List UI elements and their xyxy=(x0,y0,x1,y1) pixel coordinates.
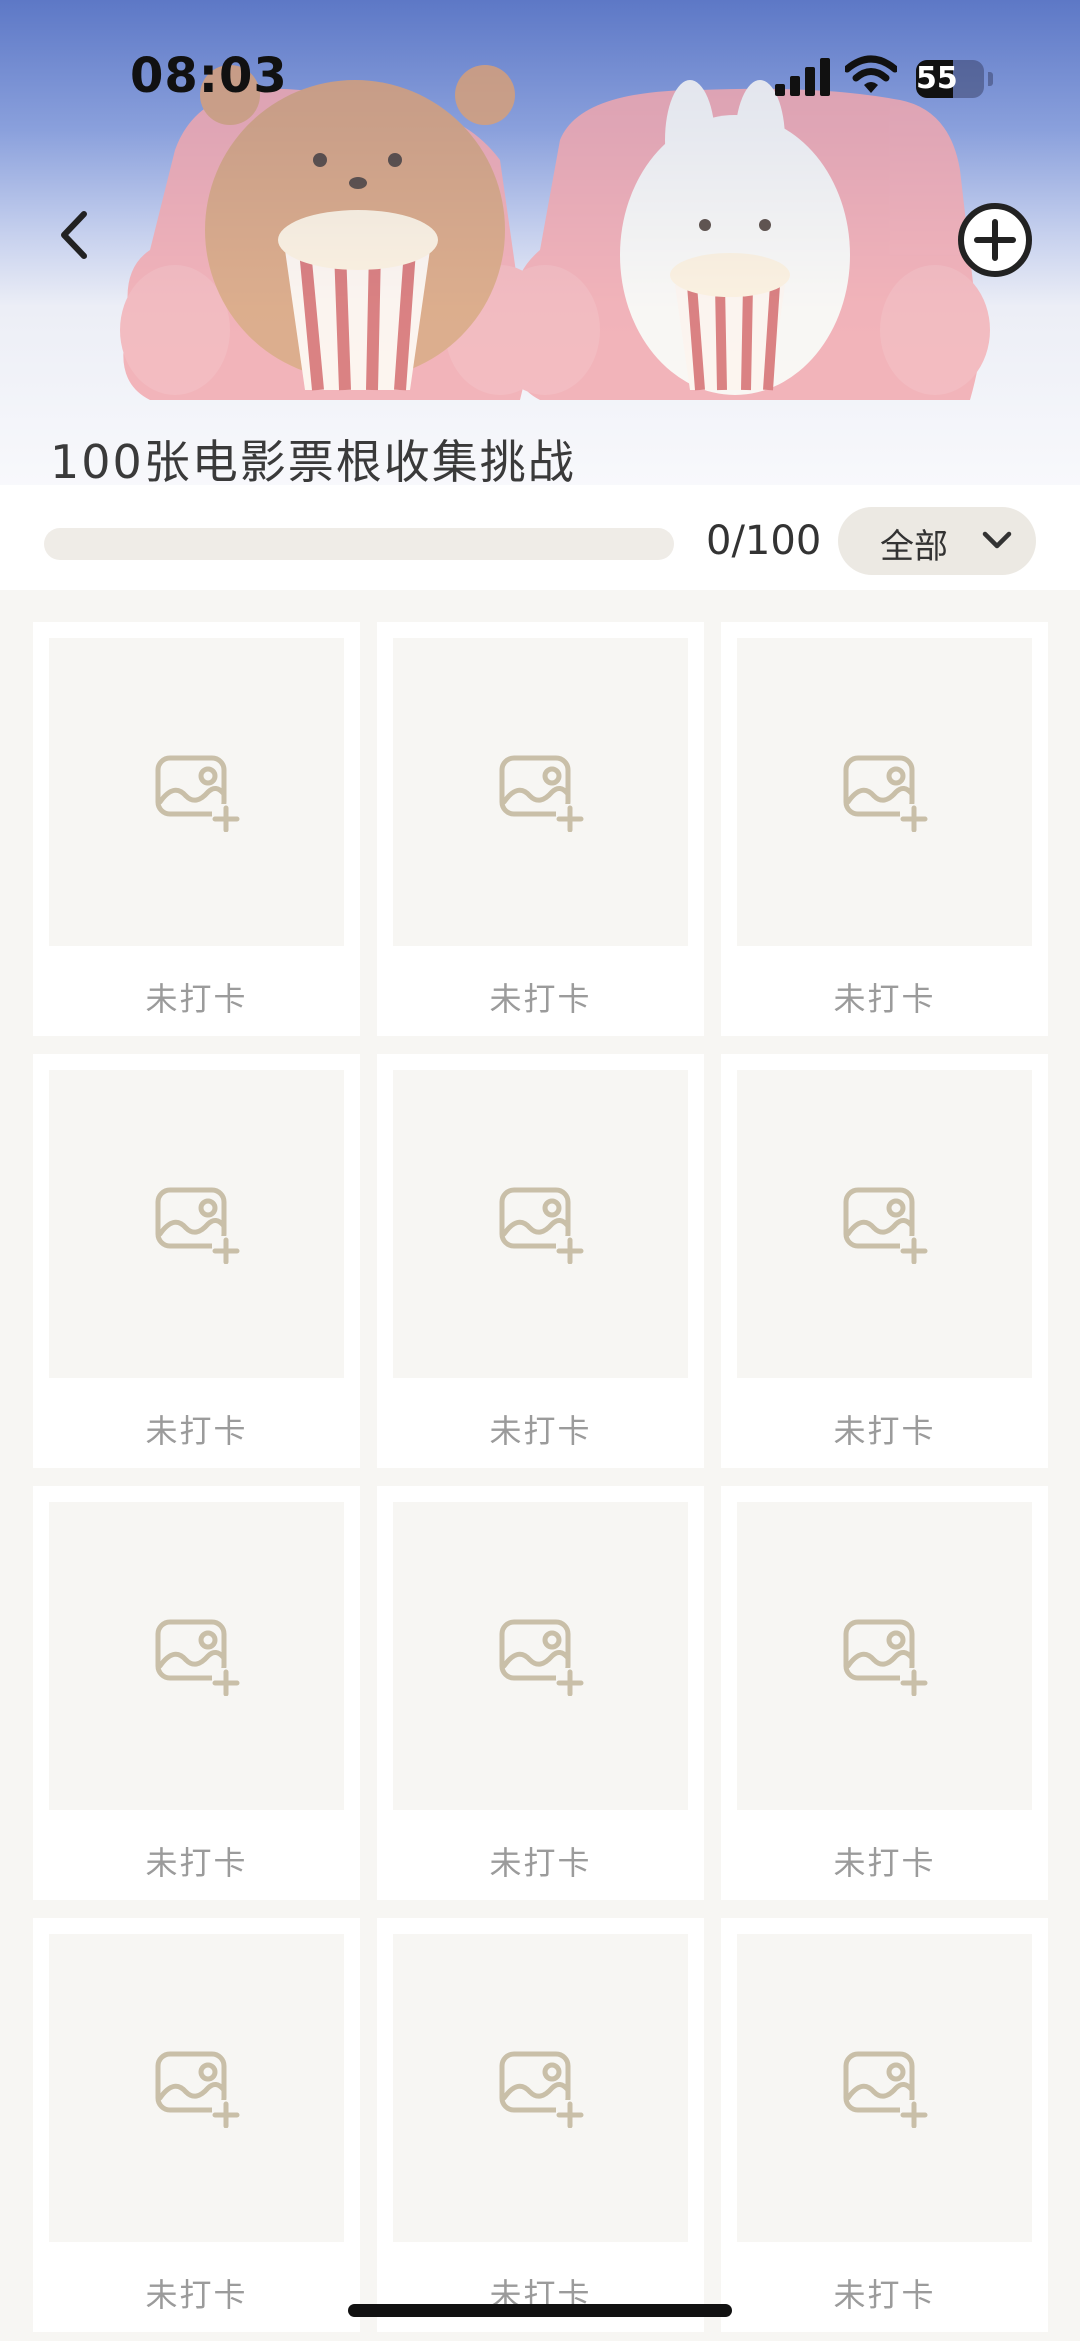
ticket-card-status: 未打卡 xyxy=(145,1412,248,1450)
add-image-icon xyxy=(155,2051,240,2128)
wifi-icon xyxy=(845,55,897,93)
ticket-card[interactable]: 未打卡 xyxy=(721,1486,1048,1900)
add-image-icon xyxy=(499,755,584,832)
ticket-card-thumbnail xyxy=(393,1070,688,1378)
add-image-icon xyxy=(843,1187,928,1264)
ticket-card[interactable]: 未打卡 xyxy=(721,622,1048,1036)
ticket-grid: 未打卡 未打卡 未打卡 未打卡 未打卡 未打卡 未打卡 未打卡 未打卡 未打卡 … xyxy=(33,622,1049,2332)
back-button[interactable] xyxy=(46,200,106,270)
status-bar: 08:03 55 xyxy=(0,0,1080,150)
add-image-icon xyxy=(843,1619,928,1696)
ticket-card-thumbnail xyxy=(393,1502,688,1810)
ticket-card[interactable]: 未打卡 xyxy=(721,1918,1048,2332)
filter-selected-label: 全部 xyxy=(880,527,948,567)
ticket-card-status: 未打卡 xyxy=(145,980,248,1018)
ticket-card-thumbnail xyxy=(49,638,344,946)
ticket-card-thumbnail xyxy=(393,638,688,946)
battery-icon: 55 xyxy=(916,60,984,98)
progress-bar xyxy=(44,528,674,560)
ticket-card-status: 未打卡 xyxy=(833,980,936,1018)
ticket-card-thumbnail xyxy=(393,1934,688,2242)
ticket-card-thumbnail xyxy=(737,638,1032,946)
ticket-card-status: 未打卡 xyxy=(489,1844,592,1882)
ticket-card-thumbnail xyxy=(737,1070,1032,1378)
ticket-card[interactable]: 未打卡 xyxy=(33,622,360,1036)
progress-count: 0/100 xyxy=(706,518,822,564)
battery-cap xyxy=(988,72,993,86)
ticket-card-status: 未打卡 xyxy=(145,1844,248,1882)
ticket-card[interactable]: 未打卡 xyxy=(377,1486,704,1900)
page-title: 100张电影票根收集挑战 xyxy=(50,435,576,489)
ticket-card-thumbnail xyxy=(737,1934,1032,2242)
add-image-icon xyxy=(499,1619,584,1696)
ticket-card-status: 未打卡 xyxy=(833,1844,936,1882)
ticket-card[interactable]: 未打卡 xyxy=(33,1486,360,1900)
add-image-icon xyxy=(499,1187,584,1264)
status-time: 08:03 xyxy=(130,48,288,104)
add-image-icon xyxy=(155,1187,240,1264)
ticket-card[interactable]: 未打卡 xyxy=(33,1918,360,2332)
ticket-card[interactable]: 未打卡 xyxy=(721,1054,1048,1468)
home-indicator[interactable] xyxy=(348,2304,732,2317)
ticket-card-status: 未打卡 xyxy=(145,2276,248,2314)
filter-dropdown[interactable]: 全部 xyxy=(838,507,1036,575)
add-image-icon xyxy=(155,1619,240,1696)
add-image-icon xyxy=(843,755,928,832)
ticket-card-status: 未打卡 xyxy=(833,2276,936,2314)
progress-row: 0/100 全部 xyxy=(0,485,1080,590)
battery-level-text: 55 xyxy=(916,61,958,96)
ticket-card-status: 未打卡 xyxy=(833,1412,936,1450)
chevron-left-icon xyxy=(61,211,87,259)
chevron-down-icon xyxy=(982,531,1012,549)
ticket-card[interactable]: 未打卡 xyxy=(377,1918,704,2332)
ticket-card-status: 未打卡 xyxy=(489,1412,592,1450)
ticket-card-thumbnail xyxy=(49,1070,344,1378)
ticket-card[interactable]: 未打卡 xyxy=(33,1054,360,1468)
ticket-card-status: 未打卡 xyxy=(489,980,592,1018)
ticket-card-thumbnail xyxy=(49,1934,344,2242)
add-button[interactable] xyxy=(955,200,1035,280)
plus-circle-icon xyxy=(958,203,1032,277)
add-image-icon xyxy=(499,2051,584,2128)
add-image-icon xyxy=(843,2051,928,2128)
ticket-card-thumbnail xyxy=(49,1502,344,1810)
ticket-card[interactable]: 未打卡 xyxy=(377,622,704,1036)
ticket-card-thumbnail xyxy=(737,1502,1032,1810)
ticket-card[interactable]: 未打卡 xyxy=(377,1054,704,1468)
cellular-signal-icon xyxy=(775,58,830,96)
add-image-icon xyxy=(155,755,240,832)
